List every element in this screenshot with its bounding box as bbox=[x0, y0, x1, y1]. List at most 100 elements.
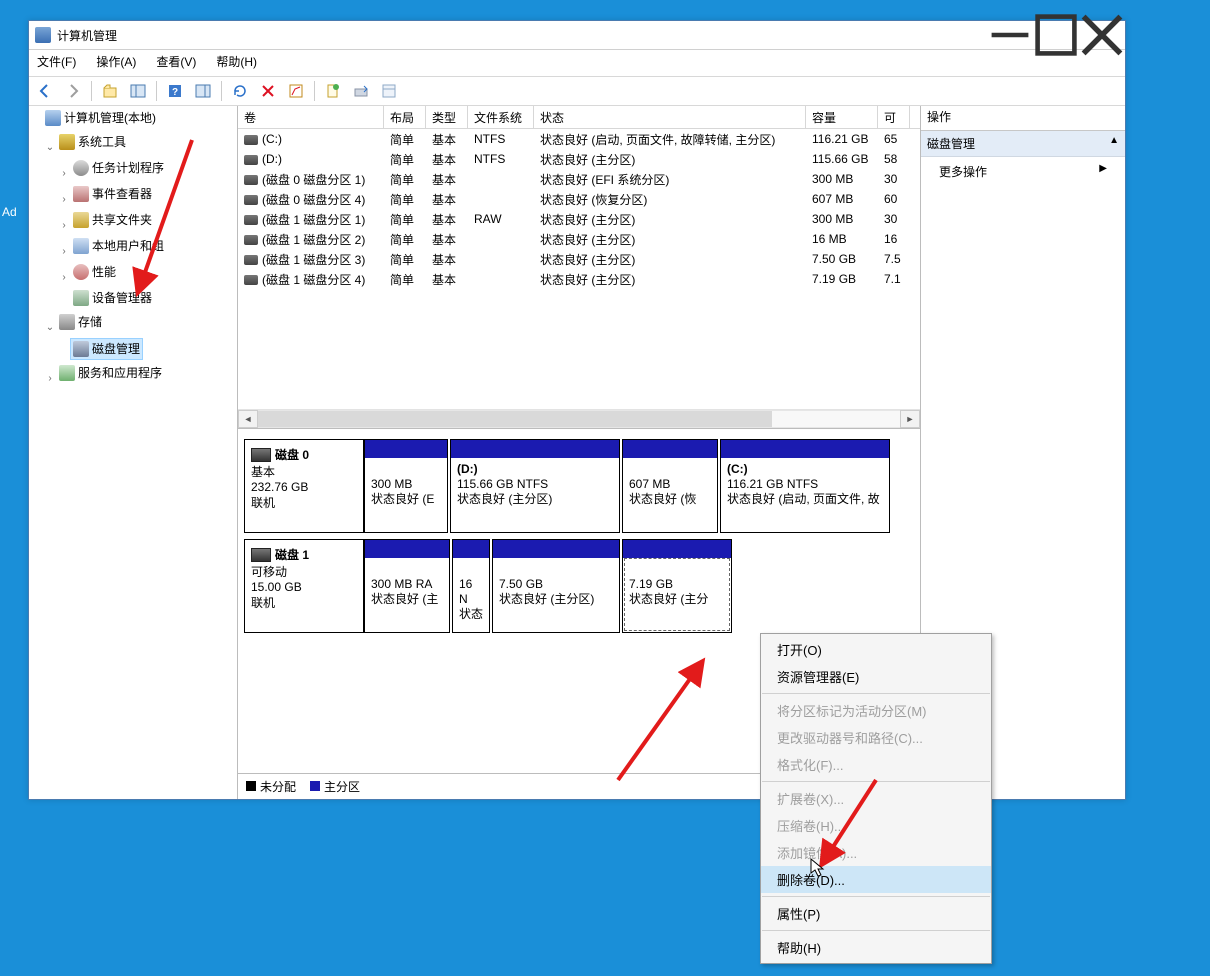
tree-system-tools[interactable]: 系统工具 bbox=[56, 132, 129, 152]
volume-row[interactable]: (C:)简单基本NTFS状态良好 (启动, 页面文件, 故障转储, 主分区)11… bbox=[238, 129, 920, 149]
context-menu-item[interactable]: 删除卷(D)... bbox=[761, 866, 991, 893]
context-menu[interactable]: 打开(O)资源管理器(E)将分区标记为活动分区(M)更改驱动器号和路径(C)..… bbox=[760, 633, 992, 964]
partition[interactable]: 7.19 GB状态良好 (主分 bbox=[622, 539, 732, 633]
twisty-icon[interactable]: › bbox=[59, 242, 69, 262]
volume-row[interactable]: (磁盘 0 磁盘分区 1)简单基本状态良好 (EFI 系统分区)300 MB30 bbox=[238, 169, 920, 189]
volume-layout: 简单 bbox=[384, 230, 426, 249]
disk1-label[interactable]: 磁盘 1 可移动 15.00 GB 联机 bbox=[244, 539, 364, 633]
tree-storage[interactable]: 存储 bbox=[56, 312, 105, 332]
twisty-icon[interactable]: › bbox=[59, 164, 69, 184]
scroll-right-button[interactable]: ► bbox=[900, 410, 920, 428]
volume-row[interactable]: (D:)简单基本NTFS状态良好 (主分区)115.66 GB58 bbox=[238, 149, 920, 169]
volume-type: 基本 bbox=[426, 250, 468, 269]
partition[interactable]: 300 MB RA状态良好 (主 bbox=[364, 539, 450, 633]
titlebar[interactable]: 计算机管理 bbox=[29, 21, 1125, 50]
volume-free: 16 bbox=[878, 231, 910, 247]
tree-performance[interactable]: 性能 bbox=[70, 262, 119, 282]
volume-icon bbox=[244, 215, 258, 225]
tree-event-viewer[interactable]: 事件查看器 bbox=[70, 184, 155, 204]
col-filesystem[interactable]: 文件系统 bbox=[468, 106, 534, 128]
disk0-state: 联机 bbox=[251, 494, 357, 511]
menu-view[interactable]: 查看(V) bbox=[152, 52, 200, 74]
maximize-button[interactable] bbox=[1033, 21, 1079, 49]
tree-root[interactable]: 计算机管理(本地) bbox=[42, 108, 159, 128]
new-button[interactable] bbox=[321, 79, 345, 103]
refresh-button[interactable] bbox=[228, 79, 252, 103]
partition[interactable]: 607 MB状态良好 (恢 bbox=[622, 439, 718, 533]
disk0-kind: 基本 bbox=[251, 463, 357, 480]
partition[interactable]: (D:)115.66 GB NTFS状态良好 (主分区) bbox=[450, 439, 620, 533]
twisty-icon[interactable]: › bbox=[59, 216, 69, 236]
twisty-icon[interactable]: ⌄ bbox=[45, 138, 55, 158]
partition[interactable]: 300 MB状态良好 (E bbox=[364, 439, 448, 533]
scroll-left-button[interactable]: ◄ bbox=[238, 410, 258, 428]
volume-row[interactable]: (磁盘 1 磁盘分区 1)简单基本RAW状态良好 (主分区)300 MB30 bbox=[238, 209, 920, 229]
scroll-track[interactable] bbox=[258, 410, 900, 428]
scroll-thumb[interactable] bbox=[258, 411, 772, 427]
menu-file[interactable]: 文件(F) bbox=[33, 52, 80, 74]
tree-local-users[interactable]: 本地用户和组 bbox=[70, 236, 167, 256]
properties-button[interactable] bbox=[284, 79, 308, 103]
col-layout[interactable]: 布局 bbox=[384, 106, 426, 128]
partition-status: 状态良好 (主 bbox=[371, 592, 438, 606]
minimize-button[interactable] bbox=[987, 21, 1033, 49]
context-menu-item[interactable]: 属性(P) bbox=[761, 900, 991, 927]
context-menu-item[interactable]: 资源管理器(E) bbox=[761, 663, 991, 690]
tree-disk-management[interactable]: 磁盘管理 bbox=[70, 338, 143, 360]
col-volume[interactable]: 卷 bbox=[238, 106, 384, 128]
disk0-label[interactable]: 磁盘 0 基本 232.76 GB 联机 bbox=[244, 439, 364, 533]
show-hide-console-tree-button[interactable] bbox=[126, 79, 150, 103]
back-button[interactable] bbox=[33, 79, 57, 103]
col-free[interactable]: 可 bbox=[878, 106, 910, 128]
volume-capacity: 607 MB bbox=[806, 191, 878, 207]
disk-row-1[interactable]: 磁盘 1 可移动 15.00 GB 联机 300 MB RA状态良好 (主16 … bbox=[244, 539, 914, 633]
partition[interactable]: (C:)116.21 GB NTFS状态良好 (启动, 页面文件, 故 bbox=[720, 439, 890, 533]
help-button[interactable]: ? bbox=[163, 79, 187, 103]
partition-size: 300 MB RA bbox=[371, 577, 432, 591]
navigation-tree[interactable]: 计算机管理(本地) ⌄系统工具 ›任务计划程序 ›事件查看器 ›共享文件夹 ›本… bbox=[29, 106, 238, 799]
collapse-arrow-icon[interactable]: ▲ bbox=[1109, 135, 1119, 152]
tree-shared-folders[interactable]: 共享文件夹 bbox=[70, 210, 155, 230]
menu-help[interactable]: 帮助(H) bbox=[212, 52, 261, 74]
attach-vhd-button[interactable] bbox=[349, 79, 373, 103]
disk0-size: 232.76 GB bbox=[251, 480, 357, 494]
partition-status: 状态良好 (恢 bbox=[629, 492, 696, 506]
volume-row[interactable]: (磁盘 1 磁盘分区 2)简单基本状态良好 (主分区)16 MB16 bbox=[238, 229, 920, 249]
twisty-icon[interactable]: › bbox=[59, 268, 69, 288]
volume-name: (D:) bbox=[262, 152, 282, 166]
tree-task-scheduler[interactable]: 任务计划程序 bbox=[70, 158, 167, 178]
volume-list[interactable]: 卷 布局 类型 文件系统 状态 容量 可 (C:)简单基本NTFS状态良好 (启… bbox=[238, 106, 920, 429]
actions-section-title[interactable]: 磁盘管理 ▲ bbox=[921, 131, 1125, 157]
volume-row[interactable]: (磁盘 1 磁盘分区 3)简单基本状态良好 (主分区)7.50 GB7.5 bbox=[238, 249, 920, 269]
col-type[interactable]: 类型 bbox=[426, 106, 468, 128]
volume-row[interactable]: (磁盘 0 磁盘分区 4)简单基本状态良好 (恢复分区)607 MB60 bbox=[238, 189, 920, 209]
twisty-icon[interactable]: › bbox=[45, 369, 55, 389]
action-pane-button[interactable] bbox=[191, 79, 215, 103]
close-button[interactable] bbox=[1079, 21, 1125, 49]
forward-button[interactable] bbox=[61, 79, 85, 103]
volume-list-header[interactable]: 卷 布局 类型 文件系统 状态 容量 可 bbox=[238, 106, 920, 129]
settings-button[interactable] bbox=[377, 79, 401, 103]
volume-row[interactable]: (磁盘 1 磁盘分区 4)简单基本状态良好 (主分区)7.19 GB7.1 bbox=[238, 269, 920, 289]
context-menu-item: 扩展卷(X)... bbox=[761, 785, 991, 812]
tree-services-apps[interactable]: 服务和应用程序 bbox=[56, 363, 165, 383]
twisty-icon[interactable]: ⌄ bbox=[45, 318, 55, 338]
actions-more[interactable]: 更多操作 ▶ bbox=[921, 157, 1125, 186]
menu-action[interactable]: 操作(A) bbox=[92, 52, 140, 74]
col-status[interactable]: 状态 bbox=[534, 106, 806, 128]
up-button[interactable] bbox=[98, 79, 122, 103]
twisty-icon[interactable]: › bbox=[59, 190, 69, 210]
context-menu-item[interactable]: 帮助(H) bbox=[761, 934, 991, 961]
partition-size: 300 MB bbox=[371, 477, 412, 491]
col-capacity[interactable]: 容量 bbox=[806, 106, 878, 128]
partition-size: 116.21 GB NTFS bbox=[727, 477, 818, 491]
partition[interactable]: 16 N状态 bbox=[452, 539, 490, 633]
context-menu-item[interactable]: 打开(O) bbox=[761, 636, 991, 663]
volume-list-hscroll[interactable]: ◄ ► bbox=[238, 409, 920, 428]
svg-text:?: ? bbox=[172, 87, 178, 98]
delete-x-button[interactable] bbox=[256, 79, 280, 103]
context-menu-item: 将分区标记为活动分区(M) bbox=[761, 697, 991, 724]
tree-device-manager[interactable]: 设备管理器 bbox=[70, 288, 155, 308]
disk-row-0[interactable]: 磁盘 0 基本 232.76 GB 联机 300 MB状态良好 (E(D:)11… bbox=[244, 439, 914, 533]
partition[interactable]: 7.50 GB状态良好 (主分区) bbox=[492, 539, 620, 633]
